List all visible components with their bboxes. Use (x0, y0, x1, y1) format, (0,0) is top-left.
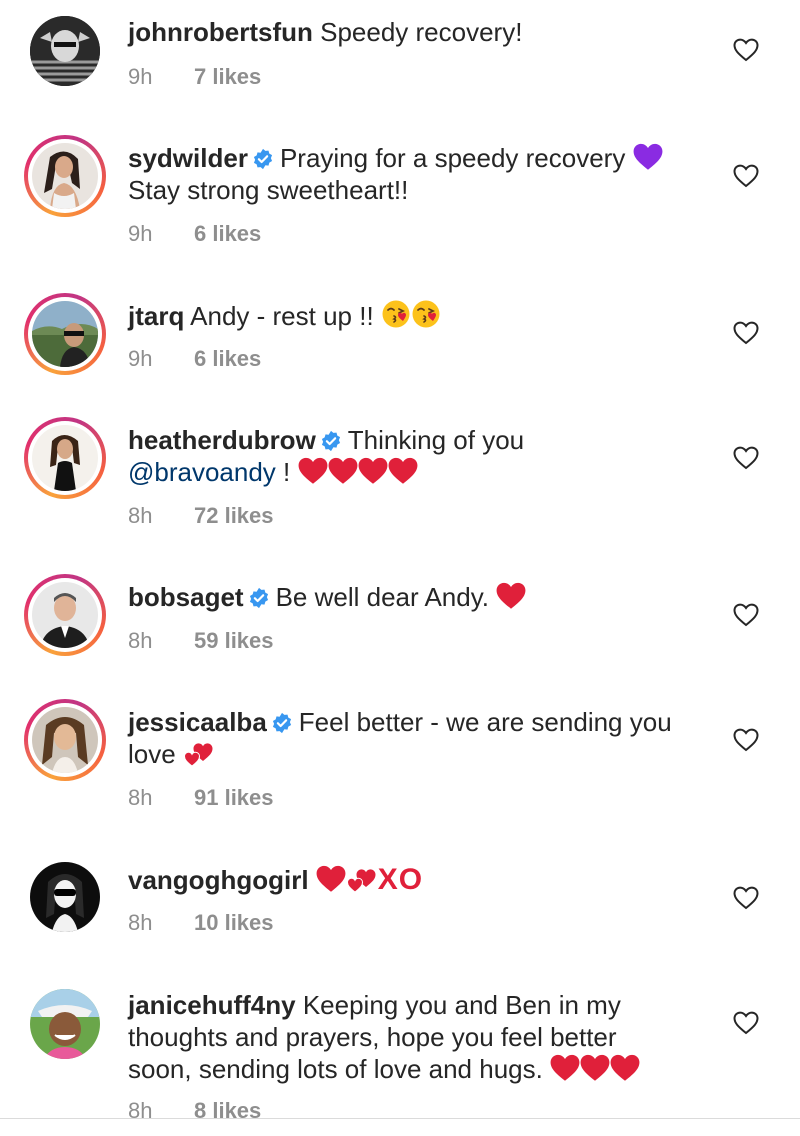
username[interactable]: jtarq (128, 301, 184, 331)
comment-text: jessicaalba Feel better - we are sending … (128, 706, 708, 770)
timestamp[interactable]: 8h (128, 910, 194, 936)
username[interactable]: janicehuff4ny (128, 990, 296, 1020)
comment-body-suffix: ! (275, 457, 291, 487)
likes-count[interactable]: 6 likes (194, 346, 261, 371)
comment-body: Feel better - we are sending you (298, 707, 672, 737)
like-heart-icon[interactable] (733, 1011, 759, 1035)
comment-meta: 8h 8 likes (128, 1098, 261, 1124)
avatar[interactable] (24, 983, 106, 1065)
like-heart-icon[interactable] (733, 446, 759, 470)
username[interactable]: sydwilder (128, 143, 248, 173)
comment-meta: 8h 59 likes (128, 628, 274, 654)
comment-text: heatherdubrow Thinking of you @bravoandy … (128, 424, 708, 488)
likes-count[interactable]: 8 likes (194, 1098, 261, 1123)
verified-badge-icon (248, 587, 270, 609)
like-heart-icon[interactable] (733, 603, 759, 627)
kissing-face-icon (411, 299, 441, 329)
comment-meta: 9h 6 likes (128, 221, 261, 247)
red-heart-icon (610, 1054, 640, 1082)
purple-heart-icon (633, 143, 663, 171)
like-heart-icon[interactable] (733, 164, 759, 188)
like-heart-icon[interactable] (733, 728, 759, 752)
comment-body-line2: love (128, 739, 176, 769)
comment-text: johnrobertsfun Speedy recovery! (128, 16, 708, 48)
verified-badge-icon (320, 430, 342, 452)
red-heart-icon (580, 1054, 610, 1082)
timestamp[interactable]: 8h (128, 503, 194, 529)
comment-text: bobsaget Be well dear Andy. (128, 581, 708, 613)
timestamp[interactable]: 8h (128, 785, 194, 811)
timestamp[interactable]: 8h (128, 628, 194, 654)
comment-text: sydwilder Praying for a speedy recovery S… (128, 142, 708, 206)
comment-meta: 8h 72 likes (128, 503, 274, 529)
comment-body: Keeping you and Ben in my (302, 990, 621, 1020)
username[interactable]: heatherdubrow (128, 425, 316, 455)
verified-badge-icon (271, 712, 293, 734)
avatar[interactable] (24, 135, 106, 217)
timestamp[interactable]: 9h (128, 346, 194, 372)
username[interactable]: bobsaget (128, 582, 244, 612)
kissing-face-icon (381, 299, 411, 329)
red-heart-icon (550, 1054, 580, 1082)
timestamp[interactable]: 9h (128, 64, 194, 90)
verified-badge-icon (252, 148, 274, 170)
likes-count[interactable]: 59 likes (194, 628, 274, 653)
likes-count[interactable]: 6 likes (194, 221, 261, 246)
red-heart-icon (496, 582, 526, 610)
like-heart-icon[interactable] (733, 321, 759, 345)
comment-body: Thinking of you (347, 425, 525, 455)
comment-text: vangoghgogirl XO (128, 864, 708, 896)
likes-count[interactable]: 91 likes (194, 785, 274, 810)
avatar[interactable] (24, 293, 106, 375)
red-heart-icon (328, 457, 358, 485)
comment-meta: 8h 10 likes (128, 910, 274, 936)
comment-body: Be well dear Andy. (275, 582, 489, 612)
likes-count[interactable]: 72 likes (194, 503, 274, 528)
avatar[interactable] (24, 856, 106, 938)
like-heart-icon[interactable] (733, 886, 759, 910)
like-heart-icon[interactable] (733, 38, 759, 62)
timestamp[interactable]: 9h (128, 221, 194, 247)
likes-count[interactable]: 10 likes (194, 910, 274, 935)
two-hearts-icon (346, 867, 378, 893)
username[interactable]: jessicaalba (128, 707, 267, 737)
avatar[interactable] (24, 10, 106, 92)
divider (0, 1118, 800, 1119)
red-heart-icon (298, 457, 328, 485)
comment-text: janicehuff4ny Keeping you and Ben in my … (128, 989, 708, 1085)
comment-meta: 8h 91 likes (128, 785, 274, 811)
avatar[interactable] (24, 699, 106, 781)
comment-body: Andy - rest up !! (190, 301, 374, 331)
comment-text: jtarq Andy - rest up !! (128, 299, 708, 332)
username[interactable]: vangoghgogirl (128, 865, 309, 895)
comment-meta: 9h 6 likes (128, 346, 261, 372)
likes-count[interactable]: 7 likes (194, 64, 261, 89)
avatar[interactable] (24, 574, 106, 656)
red-heart-icon (388, 457, 418, 485)
timestamp[interactable]: 8h (128, 1098, 194, 1124)
red-heart-icon (316, 865, 346, 893)
two-hearts-icon (183, 741, 215, 767)
comment-body-line2: Stay strong sweetheart!! (128, 175, 409, 205)
comment-body-line2: thoughts and prayers, hope you feel bett… (128, 1022, 617, 1052)
username[interactable]: johnrobertsfun (128, 17, 313, 47)
comment-body: Speedy recovery! (320, 17, 523, 47)
mention-link[interactable]: @bravoandy (128, 457, 276, 487)
comment-body: Praying for a speedy recovery (279, 143, 626, 173)
red-heart-icon (358, 457, 388, 485)
comment-body-line3: soon, sending lots of love and hugs. (128, 1054, 543, 1084)
xo-text: XO (377, 863, 424, 896)
comment-meta: 9h 7 likes (128, 64, 261, 90)
avatar[interactable] (24, 417, 106, 499)
